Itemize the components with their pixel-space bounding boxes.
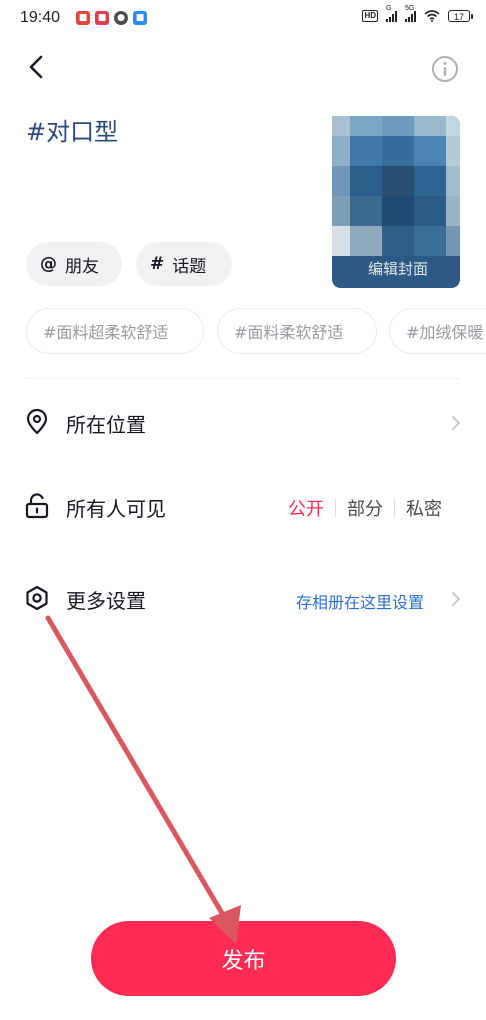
signal-icon: G bbox=[386, 5, 397, 22]
chevron-right-icon bbox=[452, 592, 460, 606]
more-settings-row[interactable]: 更多设置 存相册在这里设置 bbox=[0, 568, 486, 628]
edit-cover-label[interactable]: 编辑封面 bbox=[338, 258, 458, 279]
post-title[interactable]: #对口型 bbox=[26, 112, 118, 147]
signal-5g-icon: 5G bbox=[405, 5, 416, 22]
suggested-tag[interactable]: #面料超柔软舒适 bbox=[26, 308, 204, 354]
info-button[interactable] bbox=[430, 54, 460, 84]
chevron-left-icon bbox=[29, 55, 43, 79]
status-bar: 19:40 ■ ■ ● ■ HD G 5G 17 bbox=[0, 0, 486, 36]
save-to-album-link[interactable]: 存相册在这里设置 bbox=[296, 589, 424, 613]
hd-icon: HD bbox=[362, 10, 378, 22]
suggested-tag[interactable]: #加绒保暖 bbox=[389, 308, 486, 354]
add-topic-button[interactable]: # 话题 bbox=[136, 242, 232, 286]
divider bbox=[394, 499, 395, 517]
at-icon: @ bbox=[40, 254, 57, 274]
divider bbox=[335, 499, 336, 517]
compass-icon: ● bbox=[114, 11, 128, 25]
chevron-right-icon bbox=[452, 416, 460, 430]
system-status: HD G 5G 17 bbox=[362, 5, 473, 22]
app-notification-icon: ■ bbox=[76, 11, 90, 25]
visibility-partial-option[interactable]: 部分 bbox=[347, 495, 383, 521]
suggested-tag[interactable]: #面料柔软舒适 bbox=[217, 308, 377, 354]
visibility-options: 公开 部分 私密 bbox=[288, 495, 442, 521]
divider bbox=[26, 378, 460, 379]
visibility-row: 所有人可见 公开 部分 私密 bbox=[0, 476, 486, 536]
mention-friends-button[interactable]: @ 朋友 bbox=[26, 242, 122, 286]
mention-friends-label: 朋友 bbox=[65, 256, 99, 277]
app-notification-icon: ■ bbox=[95, 11, 109, 25]
location-pin-icon bbox=[26, 409, 48, 435]
status-time: 19:40 bbox=[20, 9, 61, 26]
unlock-icon bbox=[25, 493, 49, 519]
add-topic-label: 话题 bbox=[172, 256, 207, 277]
alipay-icon: ■ bbox=[133, 11, 147, 25]
publish-button[interactable]: 发布 bbox=[91, 921, 396, 996]
info-icon bbox=[432, 56, 458, 82]
battery-icon: 17 bbox=[448, 10, 473, 22]
wifi-icon bbox=[424, 10, 440, 22]
hashtag-icon: # bbox=[150, 254, 165, 274]
location-row[interactable]: 所在位置 bbox=[0, 392, 486, 452]
more-settings-label: 更多设置 bbox=[66, 589, 146, 613]
back-button[interactable] bbox=[20, 50, 54, 84]
visibility-private-option[interactable]: 私密 bbox=[406, 495, 442, 521]
visibility-public-option[interactable]: 公开 bbox=[288, 495, 324, 521]
location-label: 所在位置 bbox=[66, 413, 146, 437]
visibility-label: 所有人可见 bbox=[66, 497, 166, 521]
settings-hexagon-icon bbox=[26, 585, 48, 611]
notification-icons: ■ ■ ● ■ bbox=[76, 11, 147, 25]
